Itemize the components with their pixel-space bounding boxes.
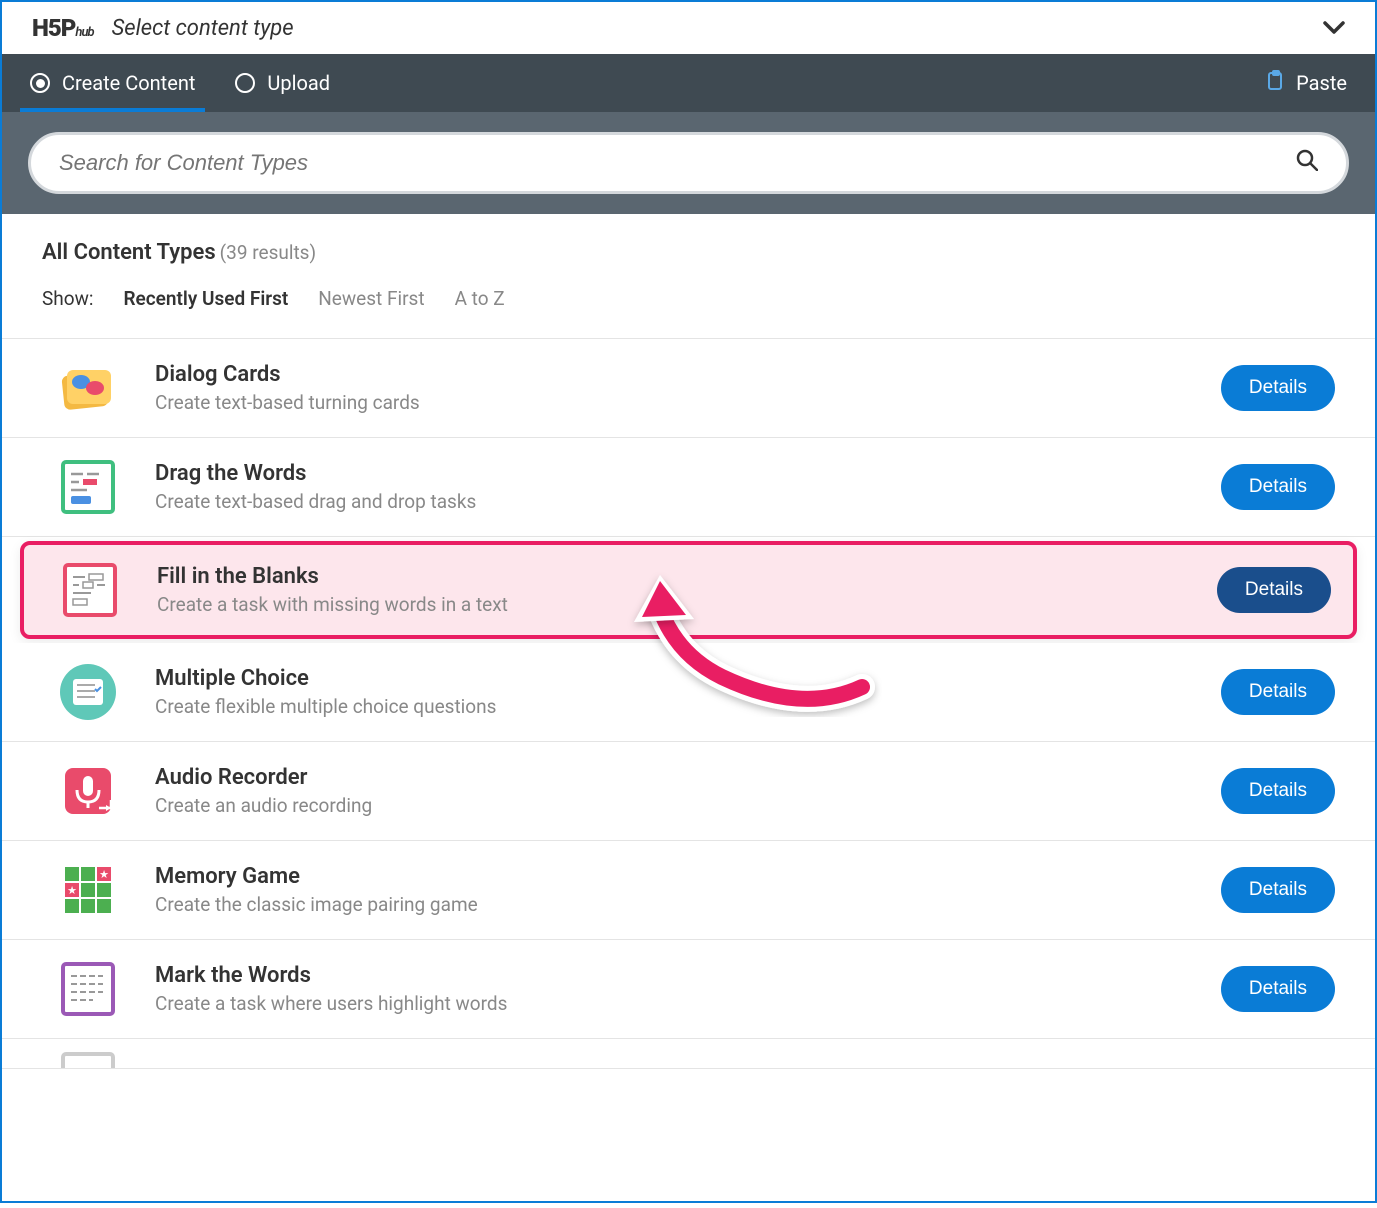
details-button[interactable]: Details [1221, 464, 1335, 510]
paste-label: Paste [1296, 71, 1347, 95]
sort-row: Show: Recently Used First Newest First A… [42, 287, 1335, 310]
list-item-fill-in-the-blanks[interactable]: Fill in the Blanks Create a task with mi… [20, 541, 1357, 639]
details-button[interactable]: Details [1221, 867, 1335, 913]
radio-selected-icon [30, 73, 50, 93]
list-item-mark-the-words[interactable]: Mark the Words Create a task where users… [2, 940, 1375, 1039]
results-count: (39 results) [220, 241, 316, 264]
details-button[interactable]: Details [1221, 365, 1335, 411]
item-desc: Create a task where users highlight word… [155, 992, 1185, 1015]
sort-a-to-z[interactable]: A to Z [455, 287, 505, 310]
item-text: Mark the Words Create a task where users… [155, 963, 1185, 1015]
list-item-memory-game[interactable]: ★ ★ Memory Game Create the classic image… [2, 841, 1375, 940]
item-desc: Create a task with missing words in a te… [157, 593, 1181, 616]
item-text: Audio Recorder Create an audio recording [155, 765, 1185, 817]
partial-icon [57, 1048, 119, 1068]
tabs-bar: Create Content Upload Paste [2, 54, 1375, 112]
radio-unselected-icon [235, 73, 255, 93]
item-desc: Create flexible multiple choice question… [155, 695, 1185, 718]
item-desc: Create an audio recording [155, 794, 1185, 817]
tab-label: Upload [267, 71, 330, 95]
search-input[interactable] [59, 150, 1296, 176]
fill-in-the-blanks-icon [59, 559, 121, 621]
memory-game-icon: ★ ★ [57, 859, 119, 921]
list-item-dialog-cards[interactable]: Dialog Cards Create text-based turning c… [2, 339, 1375, 438]
mark-the-words-icon [57, 958, 119, 1020]
search-icon[interactable] [1296, 149, 1318, 177]
item-title: Fill in the Blanks [157, 564, 1181, 589]
details-button[interactable]: Details [1221, 768, 1335, 814]
header-title: Select content type [112, 16, 294, 41]
tab-create-content[interactable]: Create Content [30, 54, 195, 112]
tabs-left: Create Content Upload [30, 54, 330, 112]
list-item-partial[interactable] [2, 1039, 1375, 1069]
list-item-drag-the-words[interactable]: Drag the Words Create text-based drag an… [2, 438, 1375, 537]
sort-newest-first[interactable]: Newest First [318, 287, 424, 310]
audio-recorder-icon [57, 760, 119, 822]
item-title: Drag the Words [155, 461, 1185, 486]
item-desc: Create text-based drag and drop tasks [155, 490, 1185, 513]
item-text: Fill in the Blanks Create a task with mi… [157, 564, 1181, 616]
paste-button[interactable]: Paste [1266, 70, 1347, 97]
item-title: Multiple Choice [155, 666, 1185, 691]
tab-upload[interactable]: Upload [235, 54, 330, 112]
list-item-multiple-choice[interactable]: Multiple Choice Create flexible multiple… [2, 643, 1375, 742]
h5p-hub-container: H5Phub Select content type Create Conten… [0, 0, 1377, 1203]
item-text: Multiple Choice Create flexible multiple… [155, 666, 1185, 718]
content-type-list[interactable]: Dialog Cards Create text-based turning c… [2, 338, 1375, 1208]
details-button[interactable]: Details [1217, 567, 1331, 613]
sort-label: Show: [42, 287, 93, 310]
paste-icon [1266, 70, 1286, 97]
item-desc: Create text-based turning cards [155, 391, 1185, 414]
header-left: H5Phub Select content type [32, 14, 294, 42]
svg-text:★: ★ [67, 884, 77, 897]
results-title: All Content Types [42, 240, 216, 265]
item-desc: Create the classic image pairing game [155, 893, 1185, 916]
svg-text:★: ★ [99, 868, 109, 881]
item-title: Memory Game [155, 864, 1185, 889]
list-item-audio-recorder[interactable]: Audio Recorder Create an audio recording… [2, 742, 1375, 841]
item-text: Drag the Words Create text-based drag an… [155, 461, 1185, 513]
item-title: Audio Recorder [155, 765, 1185, 790]
chevron-down-icon[interactable] [1323, 16, 1345, 41]
results-header: All Content Types (39 results) Show: Rec… [2, 214, 1375, 320]
search-bar [28, 132, 1349, 194]
dialog-cards-icon [57, 357, 119, 419]
multiple-choice-icon [57, 661, 119, 723]
sort-recently-used[interactable]: Recently Used First [123, 287, 288, 310]
details-button[interactable]: Details [1221, 669, 1335, 715]
results-title-row: All Content Types (39 results) [42, 240, 1335, 265]
item-title: Dialog Cards [155, 362, 1185, 387]
item-title: Mark the Words [155, 963, 1185, 988]
search-bar-wrap [2, 112, 1375, 214]
details-button[interactable]: Details [1221, 966, 1335, 1012]
item-text: Dialog Cards Create text-based turning c… [155, 362, 1185, 414]
header: H5Phub Select content type [2, 2, 1375, 54]
tab-label: Create Content [62, 71, 195, 95]
drag-the-words-icon [57, 456, 119, 518]
item-text: Memory Game Create the classic image pai… [155, 864, 1185, 916]
h5p-logo: H5Phub [32, 14, 94, 42]
